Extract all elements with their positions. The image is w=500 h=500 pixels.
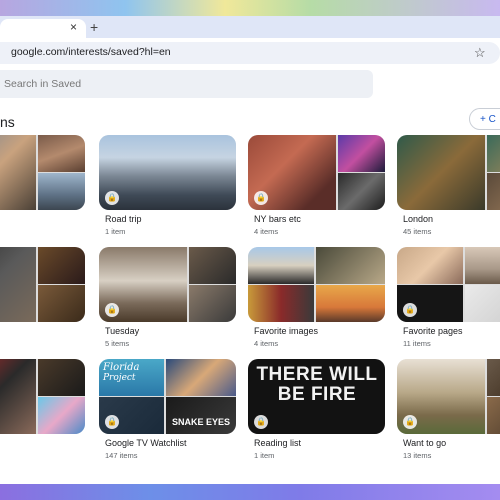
tab-strip: × + xyxy=(0,16,500,38)
address-bar[interactable]: google.com/interests/saved?hl=en ☆ xyxy=(0,42,500,64)
collection-count: 1 item xyxy=(105,227,126,236)
thumbnail-image xyxy=(487,359,500,396)
collection-count: 45 items xyxy=(403,227,432,236)
thumbnail-image xyxy=(166,359,236,396)
collection-title: Favorite pages xyxy=(403,326,463,336)
collection-thumbnail: 🔒 xyxy=(397,359,500,434)
thumbnail-image xyxy=(248,247,314,284)
thumbnail-image xyxy=(338,173,385,210)
thumbnail-image xyxy=(316,285,385,322)
thumbnail-image xyxy=(38,397,85,434)
collection-count: 13 items xyxy=(403,451,432,460)
lock-icon: 🔒 xyxy=(403,303,417,317)
collection-title: Tuesday xyxy=(105,326,140,336)
collection-thumbnail: 🔒 xyxy=(99,135,236,210)
collection-thumbnail xyxy=(0,135,85,210)
poster-title-text: Florida xyxy=(103,362,140,373)
desktop-wallpaper-top xyxy=(0,0,500,16)
thumbnail-image: SNAKE EYES xyxy=(166,397,236,434)
collection-title: Want to go xyxy=(403,438,447,448)
thumbnail-image xyxy=(465,247,500,284)
collection-title: NY bars etc xyxy=(254,214,301,224)
thumbnail-image xyxy=(465,285,500,322)
saved-page: ns + C ms 🔒 Road trip 1 item xyxy=(0,68,500,484)
thumbnail-image xyxy=(338,135,385,172)
thumbnail-image xyxy=(487,135,500,172)
lock-icon: 🔒 xyxy=(105,415,119,429)
thumbnail-image xyxy=(487,397,500,434)
collection-thumbnail xyxy=(397,135,500,210)
collection-thumbnail: 🔒 xyxy=(397,247,500,322)
collection-thumbnail: 🔒 xyxy=(248,135,385,210)
book-cover-image: THERE WILL BE FIRE xyxy=(248,359,385,434)
thumbnail-image xyxy=(0,359,36,434)
close-tab-icon[interactable]: × xyxy=(70,20,77,34)
thumbnail-image xyxy=(189,285,236,322)
thumbnail-image xyxy=(0,135,36,210)
collection-count: 5 items xyxy=(105,339,130,348)
collection-thumbnail xyxy=(0,247,85,322)
collection-thumbnail: Florida Project SNAKE EYES 🔒 xyxy=(99,359,236,434)
thumbnail-image xyxy=(99,135,236,210)
active-tab[interactable]: × xyxy=(0,19,86,38)
section-heading: ns xyxy=(0,114,15,130)
collection-title: Favorite images xyxy=(254,326,319,336)
lock-icon: 🔒 xyxy=(254,191,268,205)
collection-count: 4 items xyxy=(254,227,279,236)
thumbnail-image xyxy=(38,247,85,284)
thumbnail-image xyxy=(397,135,485,210)
thumbnail-image xyxy=(38,135,85,172)
collection-count: 11 items xyxy=(403,339,431,348)
collection-thumbnail: 🔒 xyxy=(99,247,236,322)
thumbnail-image xyxy=(0,247,36,322)
lock-icon: 🔒 xyxy=(105,191,119,205)
lock-icon: 🔒 xyxy=(254,415,268,429)
thumbnail-image: Florida Project xyxy=(99,359,164,396)
search-input[interactable] xyxy=(0,70,373,98)
collection-title: London xyxy=(403,214,434,224)
collection-title: Reading list xyxy=(254,438,302,448)
lock-icon: 🔒 xyxy=(403,415,417,429)
create-collection-button[interactable]: + C xyxy=(469,108,500,130)
new-tab-button[interactable]: + xyxy=(90,19,98,35)
poster-title-text: SNAKE EYES xyxy=(172,417,231,427)
collection-title: Road trip xyxy=(105,214,142,224)
book-cover-text: THERE WILL BE FIRE xyxy=(256,364,378,405)
thumbnail-image xyxy=(397,247,463,284)
collection-thumbnail xyxy=(0,359,85,434)
collection-count: 4 items xyxy=(254,339,279,348)
url-text[interactable]: google.com/interests/saved?hl=en xyxy=(11,46,171,58)
thumbnail-image xyxy=(189,247,236,284)
thumbnail-image xyxy=(38,285,85,322)
bookmark-star-icon[interactable]: ☆ xyxy=(474,45,486,61)
collection-count: 1 item xyxy=(254,451,275,460)
thumbnail-image xyxy=(316,247,385,284)
lock-icon: 🔒 xyxy=(105,303,119,317)
desktop-wallpaper-bottom xyxy=(0,484,500,500)
collection-thumbnail xyxy=(248,247,385,322)
browser-toolbar: google.com/interests/saved?hl=en ☆ xyxy=(0,38,500,68)
collection-thumbnail: THERE WILL BE FIRE 🔒 xyxy=(248,359,385,434)
thumbnail-image xyxy=(248,285,314,322)
thumbnail-image xyxy=(487,173,500,210)
poster-title-text: Project xyxy=(103,373,136,383)
thumbnail-image xyxy=(38,173,85,210)
browser-window: × + google.com/interests/saved?hl=en ☆ n… xyxy=(0,16,500,484)
thumbnail-image xyxy=(38,359,85,396)
collection-count: 147 items xyxy=(105,451,138,460)
collection-title: Google TV Watchlist xyxy=(105,438,187,448)
